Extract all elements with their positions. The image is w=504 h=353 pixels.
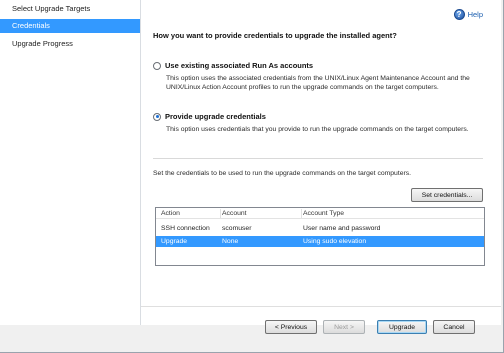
nav-item-credentials[interactable]: Credentials xyxy=(0,19,140,33)
table-row[interactable]: Upgrade None Using sudo elevation xyxy=(156,236,484,247)
option-existing-runas-description: This option uses the associated credenti… xyxy=(166,75,470,91)
divider xyxy=(153,158,483,159)
help-link[interactable]: ? Help xyxy=(453,9,483,20)
column-header-account-type[interactable]: Account Type xyxy=(303,210,483,217)
cell-account-type: User name and password xyxy=(303,225,381,232)
column-separator[interactable] xyxy=(301,209,302,218)
credentials-table: Action Account Account Type SSH connecti… xyxy=(155,207,485,266)
nav-item-select-upgrade-targets[interactable]: Select Upgrade Targets xyxy=(0,2,140,16)
column-separator[interactable] xyxy=(220,209,221,218)
next-button[interactable]: Next > xyxy=(323,320,365,334)
table-header: Action Account Account Type xyxy=(156,208,484,219)
option-provide-credentials[interactable]: Provide upgrade credentials xyxy=(153,112,266,121)
nav-item-upgrade-progress[interactable]: Upgrade Progress xyxy=(0,37,140,51)
set-credentials-instruction: Set the credentials to be used to run th… xyxy=(153,170,412,177)
wizard-nav: Select Upgrade Targets Credentials Upgra… xyxy=(0,0,141,325)
cell-account: None xyxy=(222,238,239,245)
radio-provide-credentials[interactable] xyxy=(153,112,161,121)
cell-account: scomuser xyxy=(222,225,252,232)
upgrade-wizard-window: Select Upgrade Targets Credentials Upgra… xyxy=(0,0,504,353)
previous-button[interactable]: < Previous xyxy=(265,320,317,334)
option-provide-credentials-description: This option uses credentials that you pr… xyxy=(166,126,469,133)
cell-action: Upgrade xyxy=(161,238,188,245)
option-existing-runas[interactable]: Use existing associated Run As accounts xyxy=(153,61,313,70)
column-header-account[interactable]: Account xyxy=(222,210,302,217)
table-row[interactable]: SSH connection scomuser User name and pa… xyxy=(156,223,484,234)
wizard-content: ? Help How you want to provide credentia… xyxy=(141,0,501,334)
column-header-action[interactable]: Action xyxy=(161,210,221,217)
set-credentials-button[interactable]: Set credentials... xyxy=(411,188,483,202)
help-label: Help xyxy=(467,10,483,19)
page-question: How you want to provide credentials to u… xyxy=(153,31,397,40)
option-provide-credentials-label: Provide upgrade credentials xyxy=(165,112,266,121)
footer-divider xyxy=(141,306,501,307)
cancel-button[interactable]: Cancel xyxy=(433,320,475,334)
radio-existing-runas[interactable] xyxy=(153,61,161,70)
cell-action: SSH connection xyxy=(161,225,210,232)
option-existing-runas-label: Use existing associated Run As accounts xyxy=(165,61,314,70)
help-icon: ? xyxy=(453,9,465,20)
upgrade-button[interactable]: Upgrade xyxy=(377,320,427,334)
cell-account-type: Using sudo elevation xyxy=(303,238,367,245)
